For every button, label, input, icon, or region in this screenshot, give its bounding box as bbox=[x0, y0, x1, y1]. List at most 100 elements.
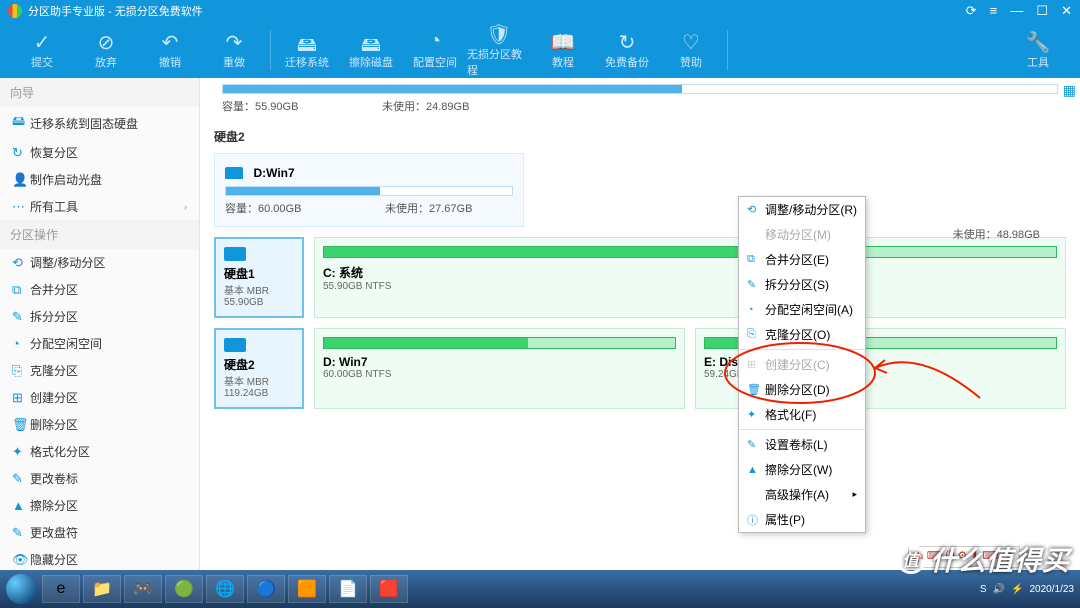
view-mode-icon[interactable]: ▦ bbox=[1063, 82, 1076, 99]
menu-label: 格式化(F) bbox=[765, 406, 816, 423]
taskbar-app-icon[interactable]: 📄 bbox=[329, 575, 367, 603]
sidebar-item-格式化分区[interactable]: ✦ 格式化分区 bbox=[0, 438, 199, 465]
tray-icon[interactable]: ⚡ bbox=[1011, 584, 1023, 595]
toolbar-重做[interactable]: ↷ 重做 bbox=[202, 30, 266, 70]
toolbar-放弃[interactable]: ⊘ 放弃 bbox=[74, 30, 138, 70]
app-window: 分区助手专业版 - 无损分区免费软件 ⟳ ≡ — ☐ ✕ ✓ 提交 ⊘ 放弃 ↶… bbox=[0, 0, 1080, 570]
sidebar-icon: ◔ bbox=[12, 336, 30, 351]
close-icon[interactable]: ✕ bbox=[1061, 3, 1072, 18]
sidebar-item-擦除分区[interactable]: ▲ 擦除分区 bbox=[0, 492, 199, 519]
toolbar-配置空间[interactable]: ◔ 配置空间 bbox=[403, 30, 467, 70]
sidebar-item-隐藏分区[interactable]: 👁 隐藏分区 bbox=[0, 546, 199, 570]
chevron-right-icon: › bbox=[184, 202, 187, 212]
sidebar-item-更改盘符[interactable]: ✎ 更改盘符 bbox=[0, 519, 199, 546]
menu-item-属性(P)[interactable]: ⓘ 属性(P) bbox=[739, 507, 865, 532]
sidebar-label: 隐藏分区 bbox=[30, 551, 78, 568]
disk-size: 55.90GB bbox=[224, 297, 294, 308]
sidebar-icon: ✎ bbox=[12, 309, 30, 325]
taskbar-app-icon[interactable]: 🎮 bbox=[124, 575, 162, 603]
volume-name: D: Win7 bbox=[323, 355, 368, 369]
maximize-icon[interactable]: ☐ bbox=[1036, 3, 1048, 18]
minimize-icon[interactable]: — bbox=[1010, 3, 1023, 18]
menu-label: 创建分区(C) bbox=[765, 356, 830, 373]
menu-item-擦除分区(W)[interactable]: ▲ 擦除分区(W) bbox=[739, 457, 865, 482]
sidebar-item-分配空闲空间[interactable]: ◔ 分配空闲空间 bbox=[0, 330, 199, 357]
menu-item-克隆分区(O)[interactable]: ⎘ 克隆分区(O) bbox=[739, 322, 865, 347]
toolbar-icon: 🖴 bbox=[297, 30, 317, 54]
menu-icon: ✎ bbox=[747, 438, 765, 451]
menu-icon: 🗑 bbox=[747, 383, 765, 396]
sidebar-item-删除分区[interactable]: 🗑 删除分区 bbox=[0, 411, 199, 438]
sidebar-item-更改卷标[interactable]: ✎ 更改卷标 bbox=[0, 465, 199, 492]
sidebar-label: 恢复分区 bbox=[30, 144, 78, 161]
sidebar-item-迁移系统到固态硬盘[interactable]: 🖴 迁移系统到固态硬盘 bbox=[0, 107, 199, 139]
menu-icon[interactable]: ≡ bbox=[990, 3, 998, 18]
watermark-text: 什么值得买 bbox=[930, 539, 1070, 578]
toolbar-迁移系统[interactable]: 🖴 迁移系统 bbox=[275, 30, 339, 70]
toolbar-擦除磁盘[interactable]: 🖴 擦除磁盘 bbox=[339, 30, 403, 70]
sidebar-item-所有工具[interactable]: ⋯ 所有工具 › bbox=[0, 193, 199, 220]
system-tray[interactable]: S 🔊 ⚡ 2020/1/23 bbox=[980, 584, 1074, 595]
menu-item-分配空闲空间(A)[interactable]: ◔ 分配空闲空间(A) bbox=[739, 297, 865, 322]
taskbar-app-icon[interactable]: 🟥 bbox=[370, 575, 408, 603]
watermark: 值 什么值得买 bbox=[896, 539, 1070, 578]
toolbar-提交[interactable]: ✓ 提交 bbox=[10, 30, 74, 70]
sidebar-label: 删除分区 bbox=[30, 416, 78, 433]
taskbar-app-icon[interactable]: 🌐 bbox=[206, 575, 244, 603]
menu-item-合并分区(E)[interactable]: ⧉ 合并分区(E) bbox=[739, 247, 865, 272]
menu-item-拆分分区(S)[interactable]: ✎ 拆分分区(S) bbox=[739, 272, 865, 297]
taskbar-app-icon[interactable]: 🟧 bbox=[288, 575, 326, 603]
sidebar-label: 迁移系统到固态硬盘 bbox=[30, 115, 138, 132]
d-partition-box[interactable]: D:Win7 容量：60.00GB 未使用：27.67GB bbox=[214, 153, 524, 227]
taskbar-app-icon[interactable]: 🔵 bbox=[247, 575, 285, 603]
sidebar-item-制作启动光盘[interactable]: 👤 制作启动光盘 bbox=[0, 166, 199, 193]
volume-size: 60.00GB NTFS bbox=[323, 369, 676, 380]
disk-card-硬盘1[interactable]: 硬盘1 基本 MBR 55.90GB bbox=[214, 237, 304, 318]
partition-bar bbox=[225, 186, 513, 196]
sidebar-item-调整/移动分区[interactable]: ⟲ 调整/移动分区 bbox=[0, 249, 199, 276]
context-menu: ⟲ 调整/移动分区(R) 移动分区(M) ⧉ 合并分区(E) ✎ 拆分分区(S)… bbox=[738, 196, 866, 533]
tray-icon[interactable]: 🔊 bbox=[993, 584, 1005, 595]
toolbar-赞助[interactable]: ♡ 赞助 bbox=[659, 30, 723, 70]
toolbar-label: 擦除磁盘 bbox=[349, 54, 393, 70]
unused-label: 未使用：24.89GB bbox=[382, 98, 469, 114]
taskbar-app-icon[interactable]: 🟢 bbox=[165, 575, 203, 603]
menu-item-设置卷标(L)[interactable]: ✎ 设置卷标(L) bbox=[739, 432, 865, 457]
menu-icon: ◔ bbox=[747, 304, 765, 316]
sidebar-icon: 🖴 bbox=[12, 112, 30, 134]
sidebar-icon: 👤 bbox=[12, 172, 30, 188]
sidebar-item-克隆分区[interactable]: ⎘ 克隆分区 bbox=[0, 357, 199, 384]
disk-card-硬盘2[interactable]: 硬盘2 基本 MBR 119.24GB bbox=[214, 328, 304, 409]
toolbar-免费备份[interactable]: ↻ 免费备份 bbox=[595, 30, 659, 70]
disk-type: 基本 MBR bbox=[224, 282, 294, 297]
toolbar-label: 撤销 bbox=[159, 54, 181, 70]
sidebar-item-拆分分区[interactable]: ✎ 拆分分区 bbox=[0, 303, 199, 330]
taskbar-ie-icon[interactable]: e bbox=[42, 575, 80, 603]
sidebar-label: 合并分区 bbox=[30, 281, 78, 298]
menu-item-格式化(F)[interactable]: ✦ 格式化(F) bbox=[739, 402, 865, 427]
volume-D: Win7[interactable]: D: Win7 60.00GB NTFS bbox=[314, 328, 685, 409]
menu-item-调整/移动分区(R)[interactable]: ⟲ 调整/移动分区(R) bbox=[739, 197, 865, 222]
chevron-right-icon: ▸ bbox=[852, 489, 857, 500]
sidebar-item-恢复分区[interactable]: ↻ 恢复分区 bbox=[0, 139, 199, 166]
toolbar-教程[interactable]: 📖 教程 bbox=[531, 30, 595, 70]
sidebar-label: 创建分区 bbox=[30, 389, 78, 406]
menu-label: 属性(P) bbox=[765, 511, 805, 528]
menu-item-高级操作(A)[interactable]: 高级操作(A) ▸ bbox=[739, 482, 865, 507]
menu-icon: ▲ bbox=[747, 464, 765, 476]
toolbar-工具[interactable]: 🔧 工具 bbox=[1006, 30, 1070, 70]
disk-icon bbox=[224, 338, 246, 352]
menu-item-删除分区(D)[interactable]: 🗑 删除分区(D) bbox=[739, 377, 865, 402]
volume-C: 系统[interactable]: C: 系统 55.90GB NTFS bbox=[314, 237, 1066, 318]
start-button[interactable] bbox=[6, 574, 36, 604]
partition-bar[interactable] bbox=[222, 84, 1058, 94]
disk-name: 硬盘2 bbox=[224, 358, 255, 372]
sidebar-item-合并分区[interactable]: ⧉ 合并分区 bbox=[0, 276, 199, 303]
taskbar-explorer-icon[interactable]: 📁 bbox=[83, 575, 121, 603]
tray-icon[interactable]: S bbox=[980, 584, 987, 595]
refresh-icon[interactable]: ⟳ bbox=[966, 3, 977, 18]
sidebar-item-创建分区[interactable]: ⊞ 创建分区 bbox=[0, 384, 199, 411]
toolbar-撤销[interactable]: ↶ 撤销 bbox=[138, 30, 202, 70]
tray-date: 2020/1/23 bbox=[1030, 584, 1075, 595]
toolbar-无损分区教程[interactable]: 🛡 无损分区教程 bbox=[467, 22, 531, 78]
